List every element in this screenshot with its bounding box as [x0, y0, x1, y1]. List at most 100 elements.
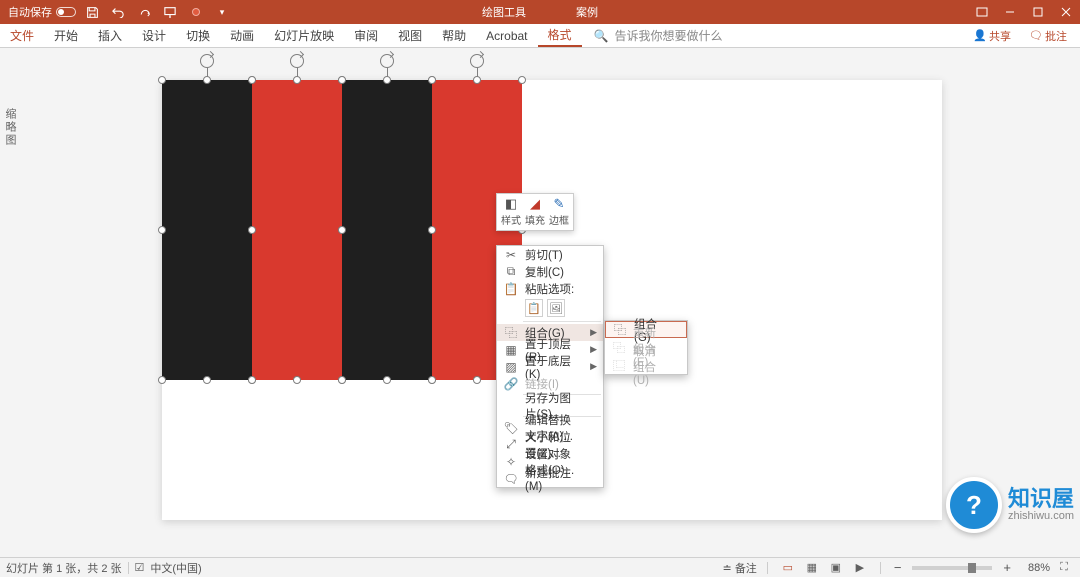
tab-transitions[interactable]: 切换 [176, 24, 220, 47]
paste-option-picture[interactable]: 🖼 [547, 299, 565, 317]
selection-handle[interactable] [338, 226, 346, 234]
selection-handle[interactable] [428, 226, 436, 234]
bring-front-icon: ▦ [503, 343, 519, 357]
language-status[interactable]: 中文(中国) [150, 560, 201, 576]
selection-handle[interactable] [293, 76, 301, 84]
tell-me-placeholder: 告诉我你想要做什么 [614, 27, 722, 44]
send-back-icon: ▨ [503, 360, 519, 374]
selection-handle[interactable] [473, 376, 481, 384]
comments-button[interactable]: 🗨批注 [1022, 25, 1074, 47]
record-icon [192, 8, 200, 16]
autosave-label: 自动保存 [8, 4, 52, 20]
tab-format[interactable]: 格式 [538, 24, 582, 47]
zoom-thumb[interactable] [968, 563, 976, 573]
minimize-button[interactable] [996, 0, 1024, 24]
selection-handle[interactable] [248, 376, 256, 384]
normal-view-button[interactable]: ▭ [778, 560, 798, 576]
undo-button[interactable] [108, 2, 128, 22]
redo-button[interactable] [134, 2, 154, 22]
selection-handle[interactable] [248, 76, 256, 84]
comment-icon: 🗨 [503, 472, 519, 486]
shape-rect-2[interactable] [252, 80, 342, 380]
watermark-logo: ? 知识屋 zhishiwu.com [946, 477, 1074, 533]
selection-handle[interactable] [203, 76, 211, 84]
zoom-out-button[interactable]: − [891, 562, 905, 574]
tab-home[interactable]: 开始 [44, 24, 88, 47]
close-button[interactable] [1052, 0, 1080, 24]
document-title: 案例 [576, 4, 598, 20]
tab-file[interactable]: 文件 [0, 24, 44, 47]
rotate-handle[interactable] [200, 54, 214, 68]
selection-handle[interactable] [383, 76, 391, 84]
selection-handle[interactable] [428, 76, 436, 84]
tab-animations[interactable]: 动画 [220, 24, 264, 47]
ctx-send-back[interactable]: ▨置于底层(K)▶ [497, 358, 603, 375]
zoom-percent[interactable]: 88% [1018, 562, 1050, 574]
slide-counter[interactable]: 幻灯片 第 1 张，共 2 张 [6, 560, 122, 576]
tab-slideshow[interactable]: 幻灯片放映 [264, 24, 344, 47]
paste-icon: 📋 [503, 282, 519, 296]
thumbnail-dock[interactable]: 缩略图 [4, 108, 18, 147]
tab-design[interactable]: 设计 [132, 24, 176, 47]
selection-handle[interactable] [338, 376, 346, 384]
paste-option-keep[interactable]: 📋 [525, 299, 543, 317]
tell-me-search[interactable]: 🔍 告诉我你想要做什么 [594, 24, 723, 47]
autosave-toggle[interactable]: 自动保存 [8, 4, 76, 20]
cut-icon: ✂ [503, 248, 519, 262]
selection-handle[interactable] [518, 76, 526, 84]
outline-icon: ✎ [554, 197, 565, 211]
rotate-handle[interactable] [470, 54, 484, 68]
autosave-switch-icon [56, 7, 76, 17]
selection-handle[interactable] [158, 376, 166, 384]
status-bar: 幻灯片 第 1 张，共 2 张 ☑ 中文(中国) ≐ 备注 ▭ ▦ ▣ ▶ − … [0, 557, 1080, 577]
watermark-badge-icon: ? [946, 477, 1002, 533]
zoom-in-button[interactable]: + [1000, 562, 1014, 574]
ctx-paste-label: 📋粘贴选项: [497, 280, 603, 297]
ungroup-icon: ⿺ [611, 357, 627, 374]
alt-text-icon: 🏷 [503, 421, 519, 435]
fit-window-button[interactable]: ⛶ [1054, 560, 1074, 576]
shape-rect-1[interactable] [162, 80, 252, 380]
shape-rect-3[interactable] [342, 80, 432, 380]
share-button[interactable]: 👤共享 [966, 25, 1018, 47]
zoom-slider[interactable] [912, 566, 992, 570]
context-menu: ✂剪切(T) ⧉复制(C) 📋粘贴选项: 📋 🖼 ⿻组合(G)▶ ▦置于顶层(R… [496, 245, 604, 488]
tab-review[interactable]: 审阅 [344, 24, 388, 47]
search-icon: 🔍 [594, 29, 609, 43]
selection-handle[interactable] [158, 76, 166, 84]
reading-view-button[interactable]: ▣ [826, 560, 846, 576]
rotate-handle[interactable] [380, 54, 394, 68]
fill-icon: ◢ [530, 197, 540, 211]
qat-more-button[interactable]: ▾ [212, 2, 232, 22]
record-button[interactable] [186, 2, 206, 22]
ribbon-display-button[interactable] [968, 0, 996, 24]
notes-button[interactable]: ≐ 备注 [723, 560, 757, 576]
rotate-handle[interactable] [290, 54, 304, 68]
mini-style-button[interactable]: ◧ 样式 [499, 196, 523, 228]
tab-help[interactable]: 帮助 [432, 24, 476, 47]
ctx-new-comment[interactable]: 🗨新建批注(M) [497, 470, 603, 487]
selection-handle[interactable] [158, 226, 166, 234]
selection-handle[interactable] [293, 376, 301, 384]
tab-insert[interactable]: 插入 [88, 24, 132, 47]
selection-handle[interactable] [203, 376, 211, 384]
from-beginning-button[interactable] [160, 2, 180, 22]
tab-view[interactable]: 视图 [388, 24, 432, 47]
save-button[interactable] [82, 2, 102, 22]
slideshow-view-button[interactable]: ▶ [850, 560, 870, 576]
selection-handle[interactable] [248, 226, 256, 234]
mini-fill-button[interactable]: ◢ 填充 [523, 196, 547, 228]
selection-handle[interactable] [473, 76, 481, 84]
submenu-arrow-icon: ▶ [590, 361, 597, 372]
mini-outline-button[interactable]: ✎ 边框 [547, 196, 571, 228]
maximize-button[interactable] [1024, 0, 1052, 24]
title-bar: 自动保存 ▾ 绘图工具 案例 [0, 0, 1080, 24]
tab-acrobat[interactable]: Acrobat [476, 24, 537, 47]
spellcheck-icon[interactable]: ☑ [135, 561, 145, 574]
ctx-copy[interactable]: ⧉复制(C) [497, 263, 603, 280]
selection-handle[interactable] [383, 376, 391, 384]
sorter-view-button[interactable]: ▦ [802, 560, 822, 576]
selection-handle[interactable] [428, 376, 436, 384]
selection-handle[interactable] [338, 76, 346, 84]
ctx-cut[interactable]: ✂剪切(T) [497, 246, 603, 263]
